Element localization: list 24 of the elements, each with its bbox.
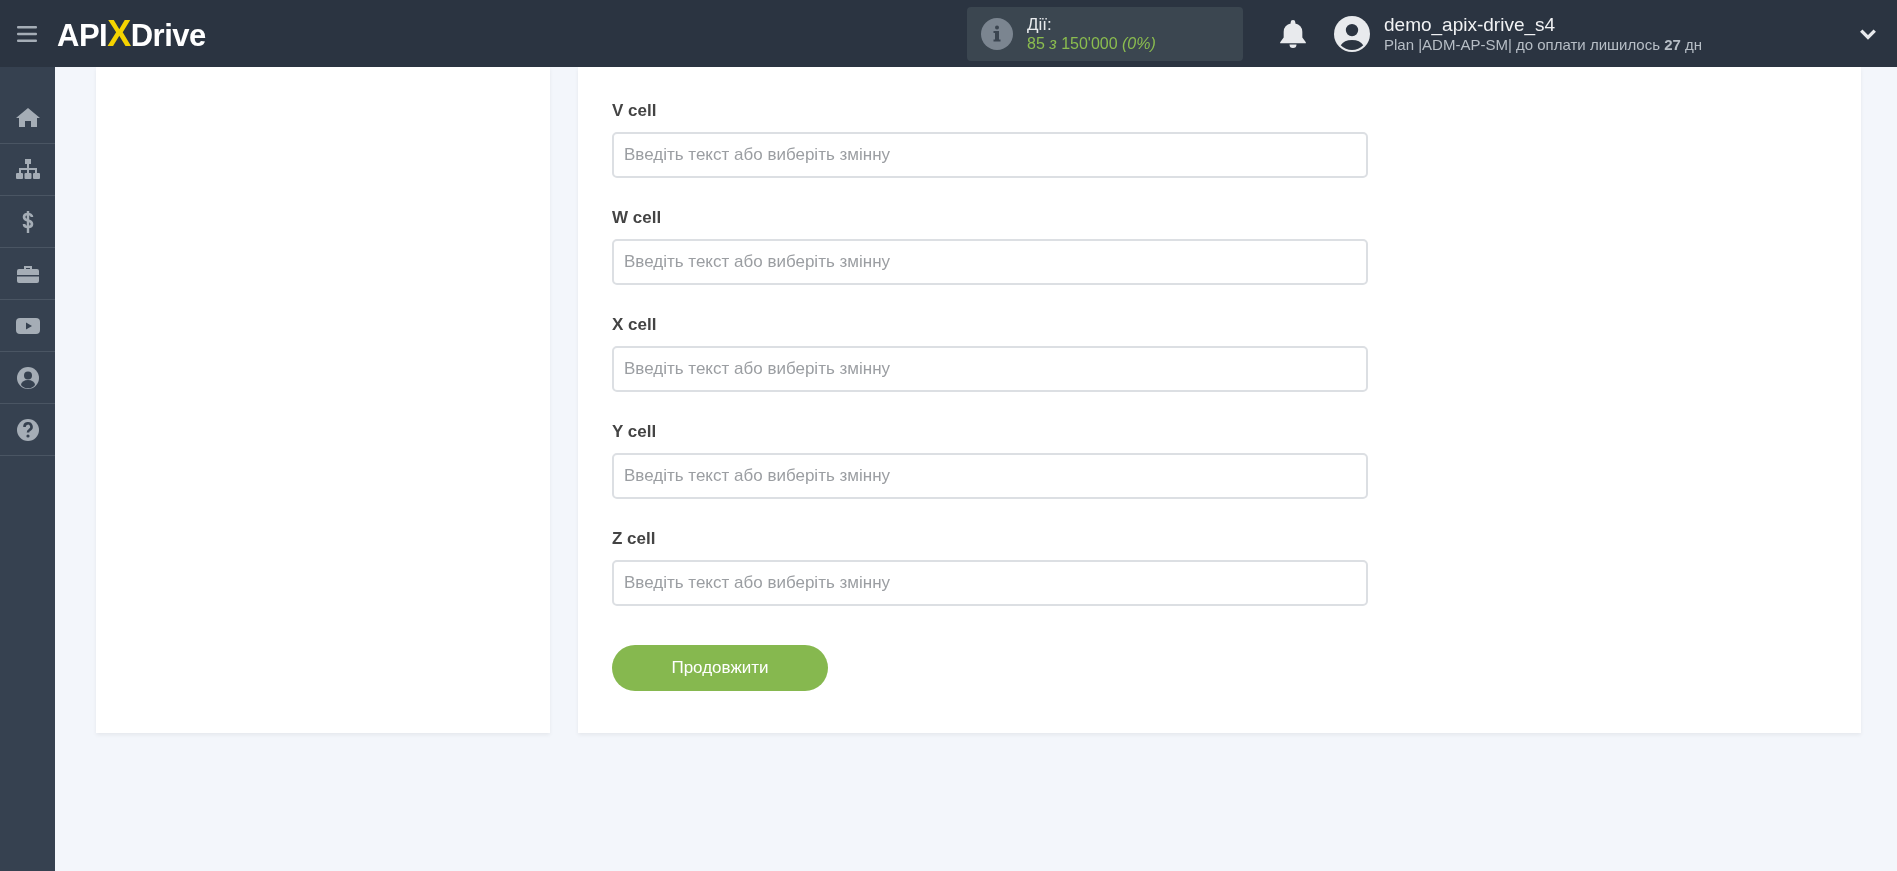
field-label: W cell — [612, 208, 662, 228]
logo[interactable]: APIXDrive — [57, 12, 206, 55]
menu-icon[interactable] — [17, 25, 37, 42]
actions-usage: 85 з 150'000 (0%) — [1027, 34, 1156, 53]
input-field[interactable]: Введіть текст або виберіть змінну — [612, 560, 1368, 606]
input-field[interactable]: Введіть текст або виберіть змінну — [612, 453, 1368, 499]
actions-label: Дії: — [1027, 14, 1053, 35]
input-field[interactable]: Введіть текст або виберіть змінну — [612, 132, 1368, 178]
input-field[interactable]: Введіть текст або виберіть змінну — [612, 346, 1368, 392]
field-label: V cell — [612, 101, 657, 121]
home-icon[interactable] — [15, 105, 40, 130]
user-icon[interactable] — [15, 365, 40, 390]
bell-icon[interactable] — [1280, 19, 1306, 48]
field-label: Y cell — [612, 422, 657, 442]
sitemap-icon[interactable] — [15, 157, 40, 182]
avatar-icon[interactable] — [1334, 15, 1370, 52]
chevron-down-icon[interactable] — [1859, 27, 1877, 40]
help-icon[interactable] — [15, 417, 40, 442]
field-label: X cell — [612, 315, 657, 335]
field-label: Z cell — [612, 529, 656, 549]
plan-info: Plan |ADM-AP-SM| до оплати лишилось 27 дн — [1384, 36, 1703, 53]
input-field[interactable]: Введіть текст або виберіть змінну — [612, 239, 1368, 285]
info-icon — [981, 17, 1013, 50]
user-name: demo_apix-drive_s4 — [1384, 14, 1557, 36]
